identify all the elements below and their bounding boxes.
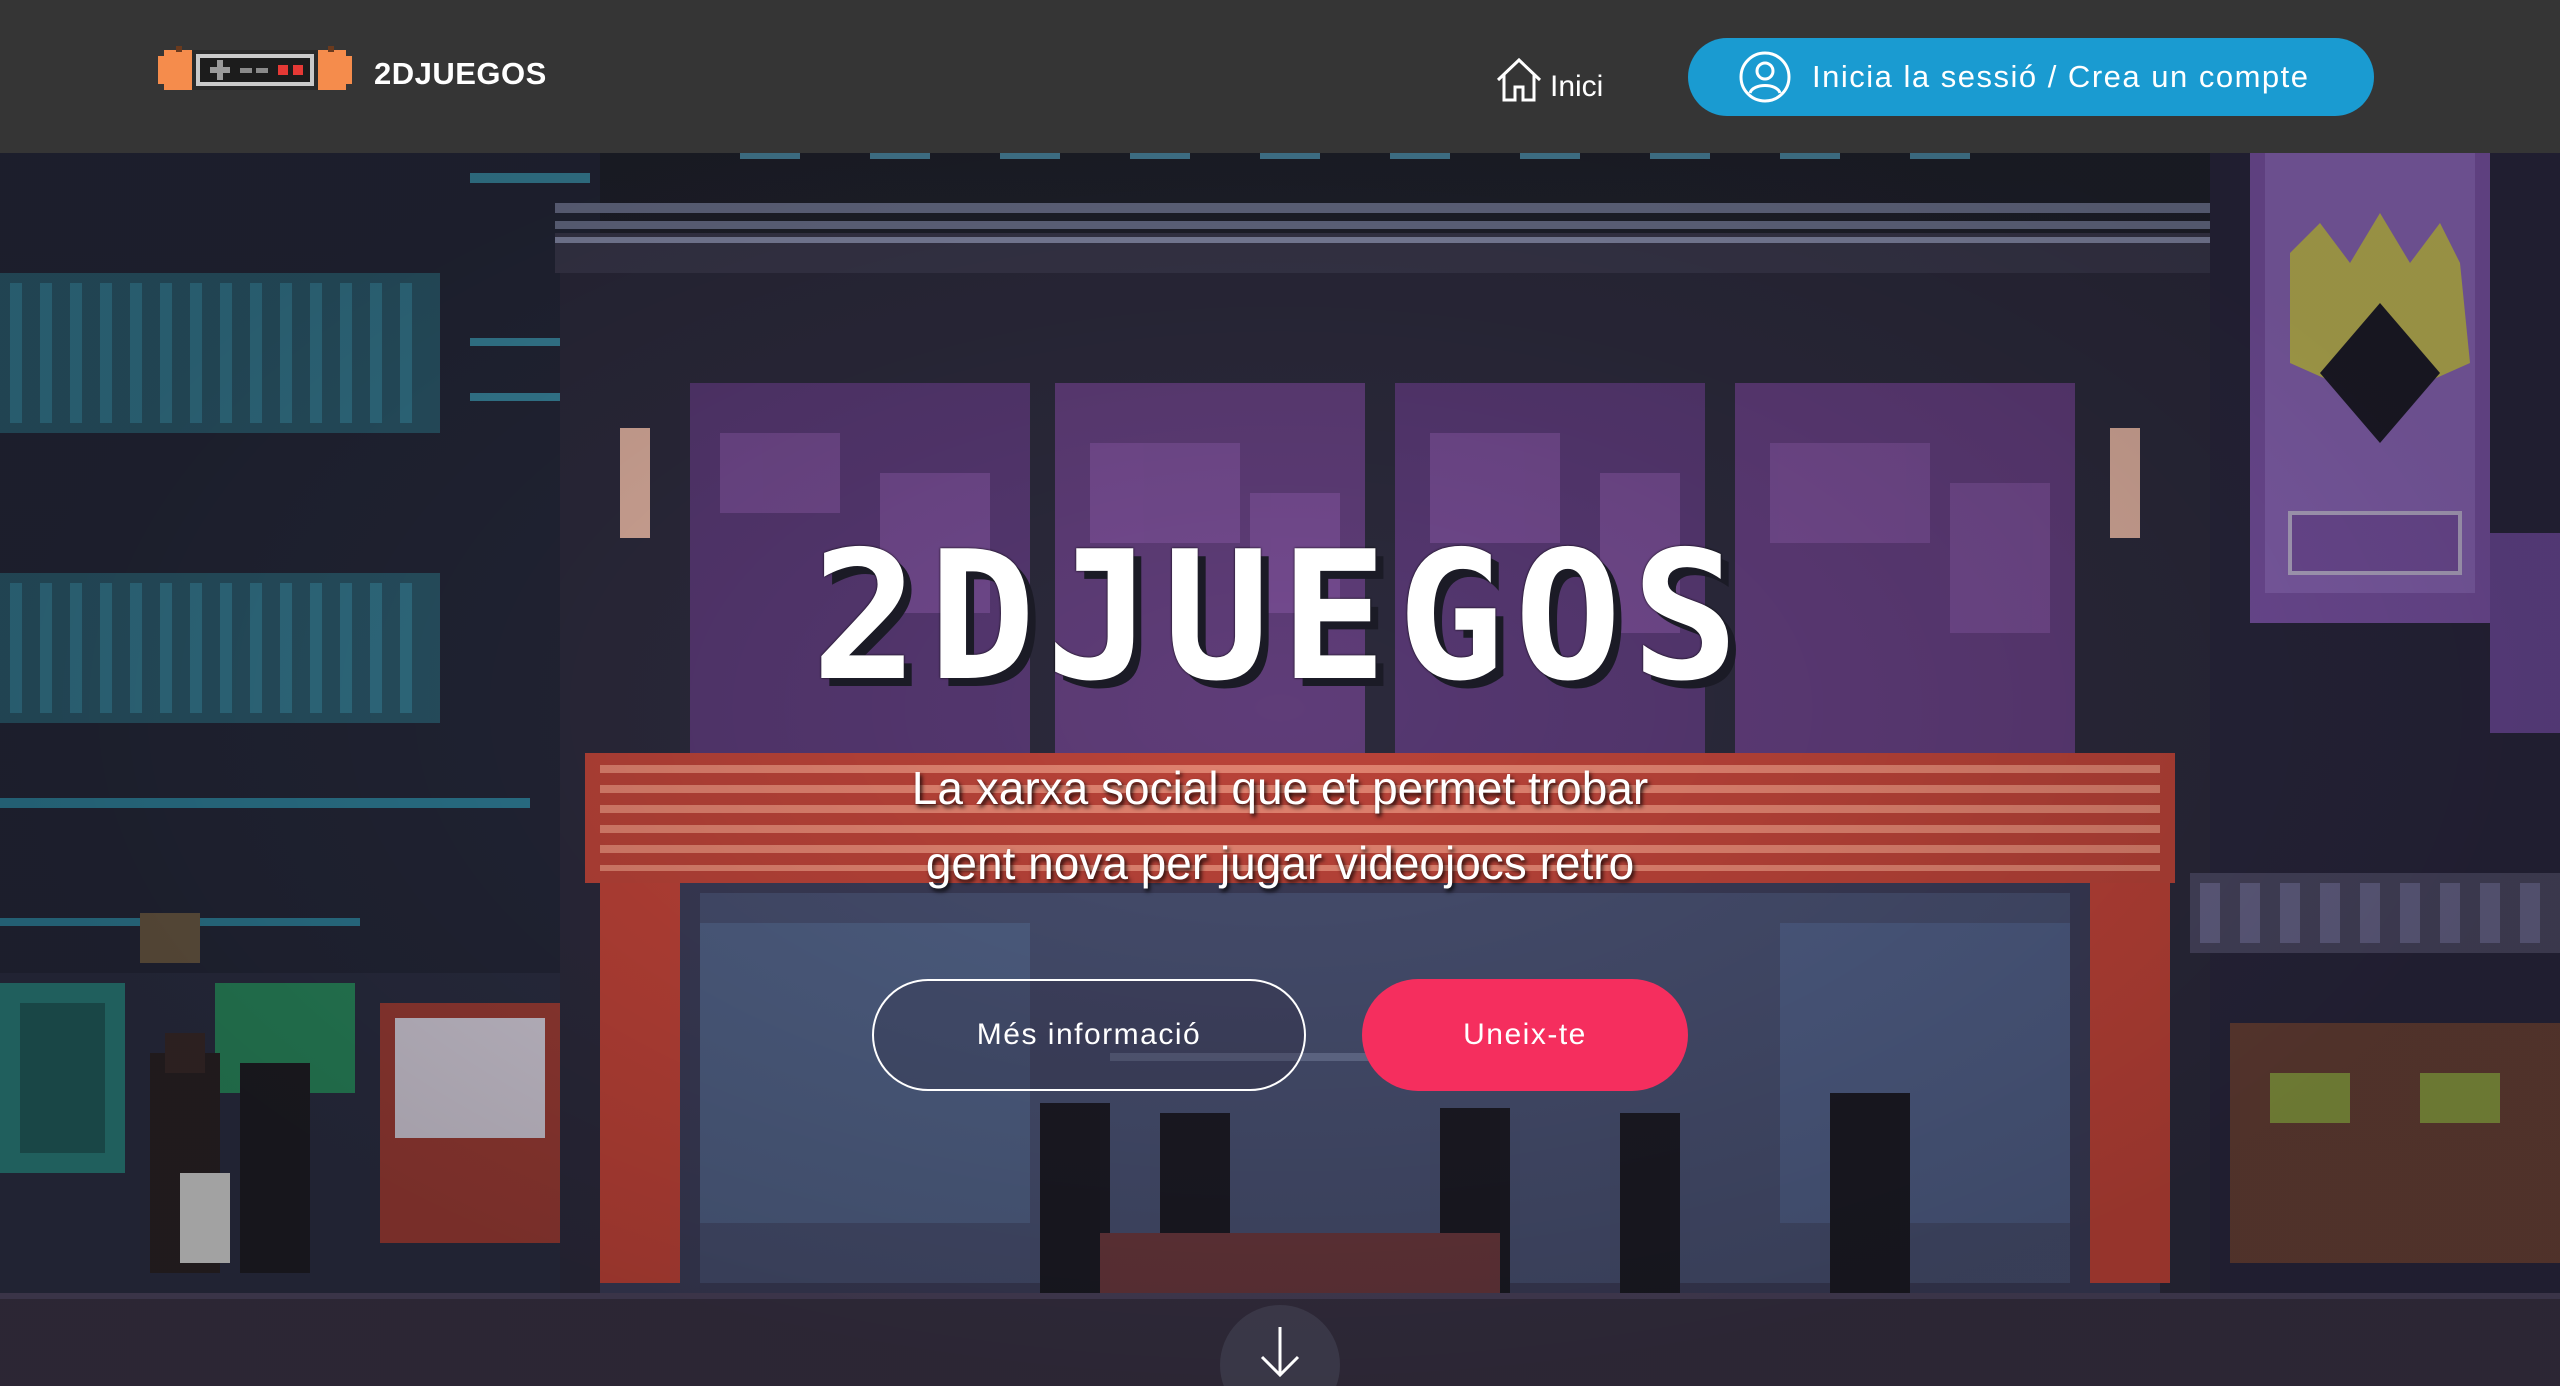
- arrow-down-icon: [1260, 1327, 1300, 1378]
- hero-subtitle-line-1: La xarxa social que et permet trobar: [911, 762, 1649, 814]
- login-label: Inicia la sessió / Crea un compte: [1812, 59, 2310, 94]
- hero-section: 2DJUEGOS La xarxa social que et permet t…: [0, 153, 2560, 1386]
- home-label: Inici: [1550, 70, 1604, 103]
- user-icon: [1739, 51, 1791, 103]
- hero-subtitle-line-2: gent nova per jugar videojocs retro: [925, 837, 1635, 889]
- brand-name[interactable]: 2DJUEGOS: [374, 56, 547, 92]
- home-icon: [1496, 57, 1542, 102]
- hero-subtitle: La xarxa social que et permet trobar gen…: [0, 751, 2560, 901]
- hero-title: 2DJUEGOS: [811, 513, 1749, 720]
- top-navbar: 2DJUEGOS Inici Inicia la sessió / Crea u…: [0, 0, 2560, 153]
- more-info-button[interactable]: Més informació: [872, 979, 1306, 1091]
- join-button[interactable]: Uneix-te: [1362, 979, 1688, 1091]
- gamepad-logo-icon[interactable]: [158, 40, 352, 100]
- login-signup-button[interactable]: Inicia la sessió / Crea un compte: [1688, 38, 2374, 116]
- nav-home-link[interactable]: Inici: [1494, 48, 1603, 104]
